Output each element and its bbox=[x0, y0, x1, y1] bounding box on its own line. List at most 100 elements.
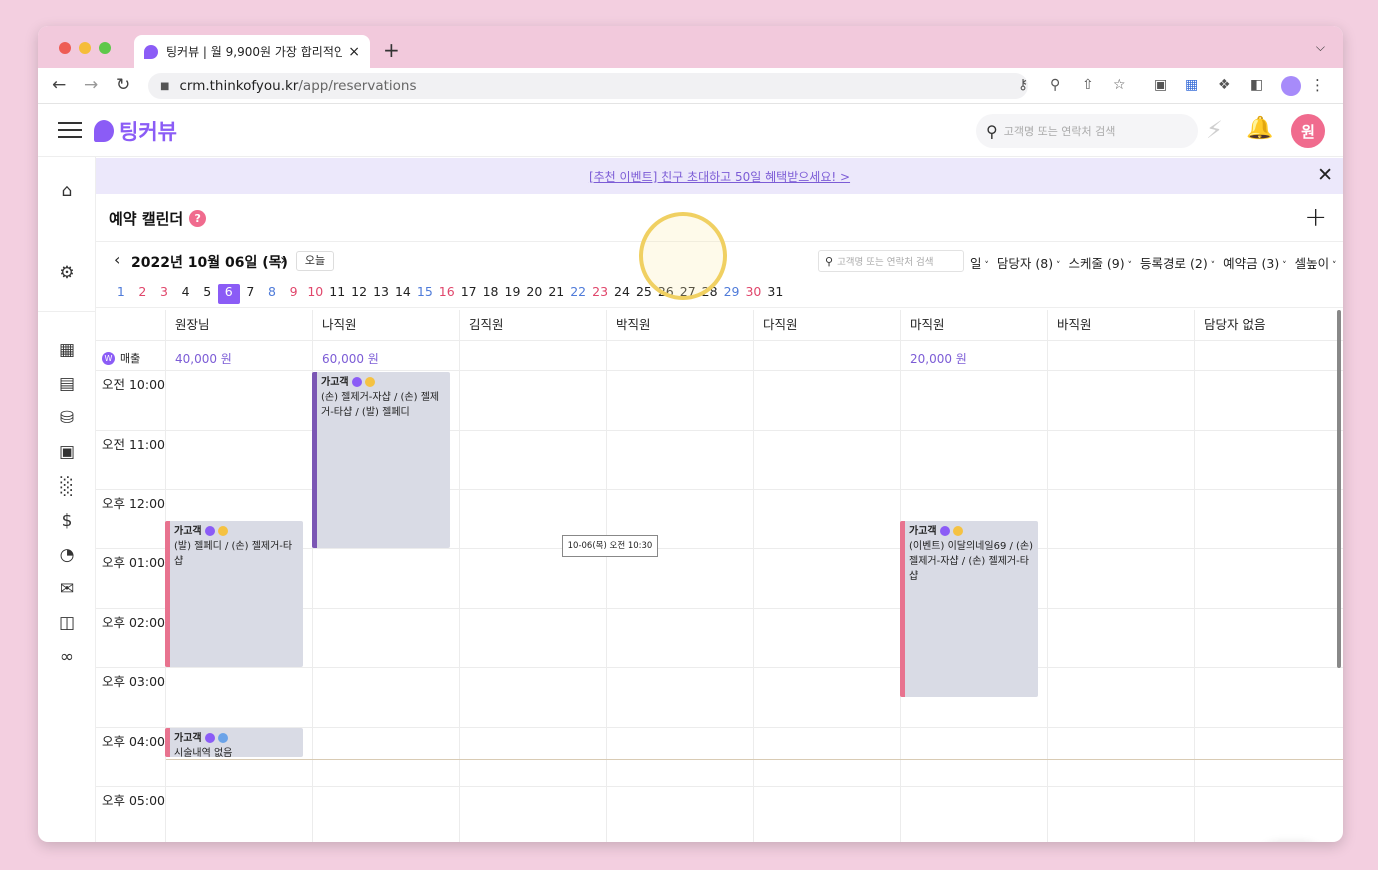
header-search-input[interactable]: ⚲ 고객명 또는 연락처 검색 bbox=[976, 114, 1198, 148]
bell-icon[interactable]: 🔔 bbox=[1246, 116, 1273, 141]
view-mode-dropdown[interactable]: 일 bbox=[970, 253, 989, 272]
mail-icon[interactable]: ✉ bbox=[57, 579, 77, 599]
dollar-icon[interactable]: $ bbox=[57, 511, 77, 531]
new-tab-button[interactable]: + bbox=[383, 38, 400, 62]
day-picker-day[interactable]: 1 bbox=[110, 284, 132, 304]
day-picker-day[interactable]: 21 bbox=[545, 284, 567, 304]
promo-banner-text[interactable]: [추천 이벤트] 친구 초대하고 50일 혜택받으세요! > bbox=[589, 168, 850, 185]
reservation-event[interactable]: 가고객 (발) 젤페디 / (손) 젤제거-타샵 bbox=[165, 521, 303, 667]
day-picker-day[interactable]: 12 bbox=[348, 284, 370, 304]
settings-gear-icon[interactable]: ⚙ bbox=[57, 263, 77, 283]
calendar-search-input[interactable]: ⚲ 고객명 또는 연락처 검색 bbox=[818, 250, 964, 272]
reservation-event[interactable]: 가고객 시술내역 없음 bbox=[165, 728, 303, 757]
calendar-icon[interactable]: ▦ bbox=[57, 340, 77, 360]
staff-column-header[interactable]: 바직원 bbox=[1047, 310, 1092, 340]
help-icon[interactable]: ? bbox=[189, 210, 207, 227]
reservation-event[interactable]: 가고객 (이벤트) 이달의네일69 / (손) 젤제거-자샵 / (손) 젤제거… bbox=[900, 521, 1038, 697]
day-picker-day[interactable]: 18 bbox=[480, 284, 502, 304]
day-picker-day[interactable]: 30 bbox=[742, 284, 764, 304]
add-reservation-button[interactable]: + bbox=[1304, 202, 1327, 233]
share-icon[interactable]: ⇧ bbox=[1082, 77, 1094, 93]
reservation-event[interactable]: 가고객 (손) 젤제거-자샵 / (손) 젤제거-타샵 / (발) 젤페디 bbox=[312, 372, 450, 548]
extensions-puzzle-icon[interactable]: ❖ bbox=[1218, 77, 1231, 93]
divider bbox=[96, 307, 1343, 308]
browser-menu-icon[interactable]: ⋮ bbox=[1310, 76, 1325, 94]
day-picker-day[interactable]: 2 bbox=[132, 284, 154, 304]
day-picker-day[interactable]: 4 bbox=[175, 284, 197, 304]
close-window-button[interactable] bbox=[59, 42, 71, 54]
tab-search-chevron-icon[interactable]: ⌵ bbox=[1316, 40, 1325, 55]
tab-close-button[interactable]: × bbox=[348, 44, 360, 60]
today-button[interactable]: 오늘 bbox=[296, 251, 334, 271]
deposit-filter-dropdown[interactable]: 예약금 (3) bbox=[1223, 253, 1287, 272]
document-icon[interactable]: ▤ bbox=[57, 374, 77, 394]
time-label: 오전 11:00 bbox=[102, 437, 165, 452]
minimize-window-button[interactable] bbox=[79, 42, 91, 54]
file-add-icon[interactable]: ▣ bbox=[57, 442, 77, 462]
hover-time-tooltip: 10-06(목) 오전 10:30 bbox=[562, 535, 658, 557]
day-picker-day[interactable]: 10 bbox=[304, 284, 326, 304]
app-logo[interactable]: 팅커뷰 bbox=[94, 116, 177, 146]
day-picker-day[interactable]: 5 bbox=[196, 284, 218, 304]
home-icon[interactable]: ⌂ bbox=[57, 181, 77, 201]
staff-filter-dropdown[interactable]: 담당자 (8) bbox=[997, 253, 1061, 272]
bolt-icon[interactable]: ⚡ bbox=[1206, 116, 1223, 144]
reload-icon[interactable]: ↻ bbox=[116, 75, 130, 95]
day-picker-day[interactable]: 23 bbox=[589, 284, 611, 304]
staff-column-header[interactable]: 원장님 bbox=[165, 310, 210, 340]
staff-column-header[interactable]: 마직원 bbox=[900, 310, 945, 340]
staff-column-header[interactable]: 김직원 bbox=[459, 310, 504, 340]
user-avatar[interactable]: 원 bbox=[1291, 114, 1325, 148]
day-picker-day[interactable]: 14 bbox=[392, 284, 414, 304]
pie-chart-icon[interactable]: ◔ bbox=[57, 545, 77, 565]
day-picker-day[interactable]: 15 bbox=[414, 284, 436, 304]
day-picker-day[interactable]: 31 bbox=[764, 284, 786, 304]
staff-column-header[interactable]: 다직원 bbox=[753, 310, 798, 340]
day-picker-day[interactable]: 11 bbox=[326, 284, 348, 304]
sidepanel-icon[interactable]: ◧ bbox=[1250, 77, 1263, 93]
hamburger-menu-icon[interactable] bbox=[58, 122, 82, 140]
day-picker-day[interactable]: 8 bbox=[261, 284, 283, 304]
day-picker-day[interactable]: 20 bbox=[523, 284, 545, 304]
maximize-window-button[interactable] bbox=[99, 42, 111, 54]
sales-value: 20,000 원 bbox=[910, 352, 967, 366]
staff-column-header[interactable]: 나직원 bbox=[312, 310, 357, 340]
day-picker-day[interactable]: 17 bbox=[458, 284, 480, 304]
browser-tabbar: 팅커뷰 | 월 9,900원 가장 합리적인 × + ⌵ bbox=[38, 26, 1343, 68]
day-picker-day[interactable]: 6 bbox=[217, 284, 240, 304]
database-icon[interactable]: ⛁ bbox=[57, 408, 77, 428]
archive-icon[interactable]: ◫ bbox=[57, 613, 77, 633]
close-icon[interactable]: ✕ bbox=[1317, 164, 1333, 186]
link-icon[interactable]: ∞ bbox=[57, 647, 77, 667]
profile-avatar-icon[interactable] bbox=[1281, 76, 1301, 96]
channel-filter-dropdown[interactable]: 등록경로 (2) bbox=[1140, 253, 1215, 272]
day-picker-day[interactable]: 16 bbox=[436, 284, 458, 304]
staff-column-header[interactable]: 박직원 bbox=[606, 310, 651, 340]
browser-tab-active[interactable]: 팅커뷰 | 월 9,900원 가장 합리적인 × bbox=[134, 35, 370, 68]
day-picker-day[interactable]: 9 bbox=[283, 284, 305, 304]
day-picker-day[interactable]: 19 bbox=[502, 284, 524, 304]
promo-banner[interactable]: [추천 이벤트] 친구 초대하고 50일 혜택받으세요! > ✕ bbox=[96, 158, 1343, 194]
day-picker-day[interactable]: 13 bbox=[370, 284, 392, 304]
bookmark-star-icon[interactable]: ☆ bbox=[1113, 77, 1126, 93]
translate-icon[interactable]: ▦ bbox=[1185, 77, 1198, 93]
next-date-chevron-icon[interactable]: › bbox=[280, 250, 286, 269]
schedule-filter-dropdown[interactable]: 스케줄 (9) bbox=[1068, 253, 1132, 272]
vertical-scrollbar[interactable] bbox=[1337, 310, 1341, 668]
prev-date-chevron-icon[interactable]: ‹ bbox=[114, 250, 120, 269]
cell-height-dropdown[interactable]: 셀높이 bbox=[1295, 253, 1337, 272]
day-picker-day[interactable]: 3 bbox=[153, 284, 175, 304]
key-icon[interactable]: ⚷ bbox=[1018, 77, 1028, 93]
day-picker-day[interactable]: 29 bbox=[721, 284, 743, 304]
staff-column-header[interactable]: 담당자 없음 bbox=[1194, 310, 1265, 340]
forward-arrow-icon[interactable]: → bbox=[84, 75, 98, 95]
camera-icon[interactable]: ▣ bbox=[1154, 77, 1167, 93]
bar-chart-icon[interactable]: ░ bbox=[57, 477, 77, 497]
zoom-icon[interactable]: ⚲ bbox=[1050, 77, 1060, 93]
back-arrow-icon[interactable]: ← bbox=[52, 75, 66, 95]
address-bar[interactable]: ■ crm.thinkofyou.kr/app/reservations bbox=[148, 73, 1028, 99]
day-picker-day[interactable]: 7 bbox=[240, 284, 262, 304]
day-picker-day[interactable]: 24 bbox=[611, 284, 633, 304]
event-customer-name: 가고객 bbox=[909, 526, 937, 537]
day-picker-day[interactable]: 22 bbox=[567, 284, 589, 304]
